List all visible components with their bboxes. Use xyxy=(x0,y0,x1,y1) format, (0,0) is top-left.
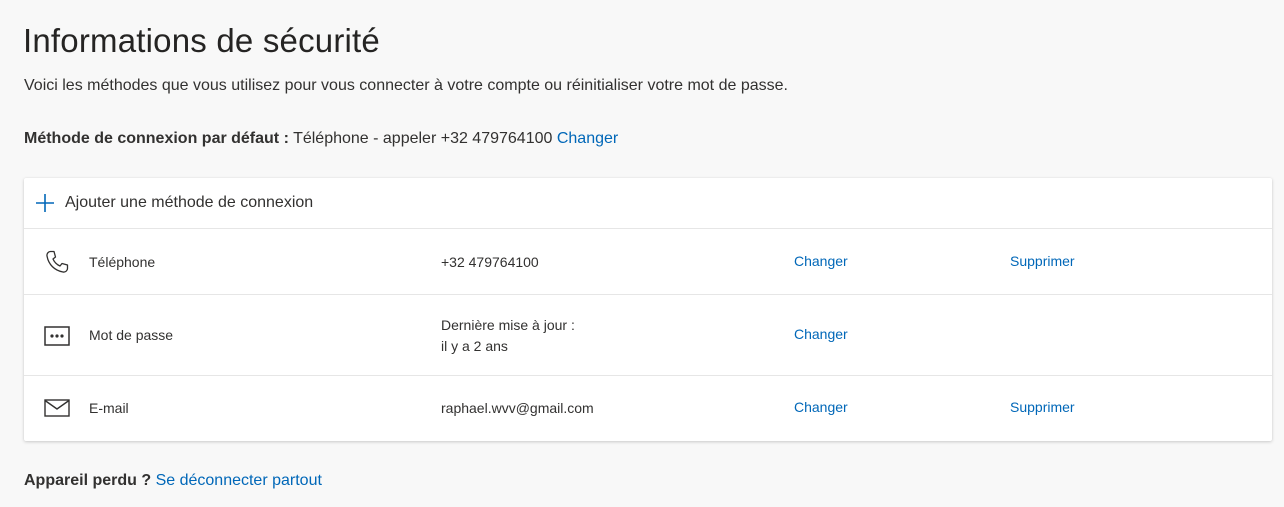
lost-device-line: Appareil perdu ? Se déconnecter partout xyxy=(24,472,322,490)
default-method-change-link[interactable]: Changer xyxy=(557,130,618,147)
method-name-email: E-mail xyxy=(89,400,129,416)
method-row-phone: Téléphone +32 479764100 Changer Supprime… xyxy=(24,229,1272,295)
password-icon xyxy=(44,326,70,346)
method-row-email: E-mail raphael.wvv@gmail.com Changer Sup… xyxy=(24,376,1272,441)
method-value-password: Dernière mise à jour : il y a 2 ans xyxy=(441,315,575,357)
page-title: Informations de sécurité xyxy=(23,22,380,59)
mail-icon xyxy=(44,399,70,417)
lost-device-label: Appareil perdu ? xyxy=(24,472,152,489)
password-updated-label: Dernière mise à jour : xyxy=(441,317,575,333)
add-method-label: Ajouter une méthode de connexion xyxy=(65,194,314,211)
method-name-phone: Téléphone xyxy=(89,254,156,270)
change-phone-link[interactable]: Changer xyxy=(794,253,848,269)
delete-phone-link[interactable]: Supprimer xyxy=(1010,253,1075,269)
method-value-phone: +32 479764100 xyxy=(441,254,539,270)
phone-icon xyxy=(46,250,69,273)
plus-icon xyxy=(36,194,54,212)
method-name-password: Mot de passe xyxy=(89,327,174,343)
security-info-page: Informations de sécurité Voici les métho… xyxy=(0,0,1284,507)
password-updated-age: il y a 2 ans xyxy=(441,338,508,354)
change-email-link[interactable]: Changer xyxy=(794,399,848,415)
delete-email-link[interactable]: Supprimer xyxy=(1010,399,1075,415)
default-method-label: Méthode de connexion par défaut : xyxy=(24,130,289,147)
page-subtitle: Voici les méthodes que vous utilisez pou… xyxy=(24,77,788,94)
methods-card: Ajouter une méthode de connexion Télépho… xyxy=(24,178,1272,441)
default-method-value: Téléphone - appeler +32 479764100 xyxy=(293,130,553,147)
add-method-button[interactable]: Ajouter une méthode de connexion xyxy=(24,178,1272,229)
method-value-email: raphael.wvv@gmail.com xyxy=(441,400,594,416)
sign-out-everywhere-link[interactable]: Se déconnecter partout xyxy=(156,472,322,489)
default-method-line: Méthode de connexion par défaut : Téléph… xyxy=(24,130,618,148)
method-row-password: Mot de passe Dernière mise à jour : il y… xyxy=(24,295,1272,376)
change-password-link[interactable]: Changer xyxy=(794,326,848,342)
